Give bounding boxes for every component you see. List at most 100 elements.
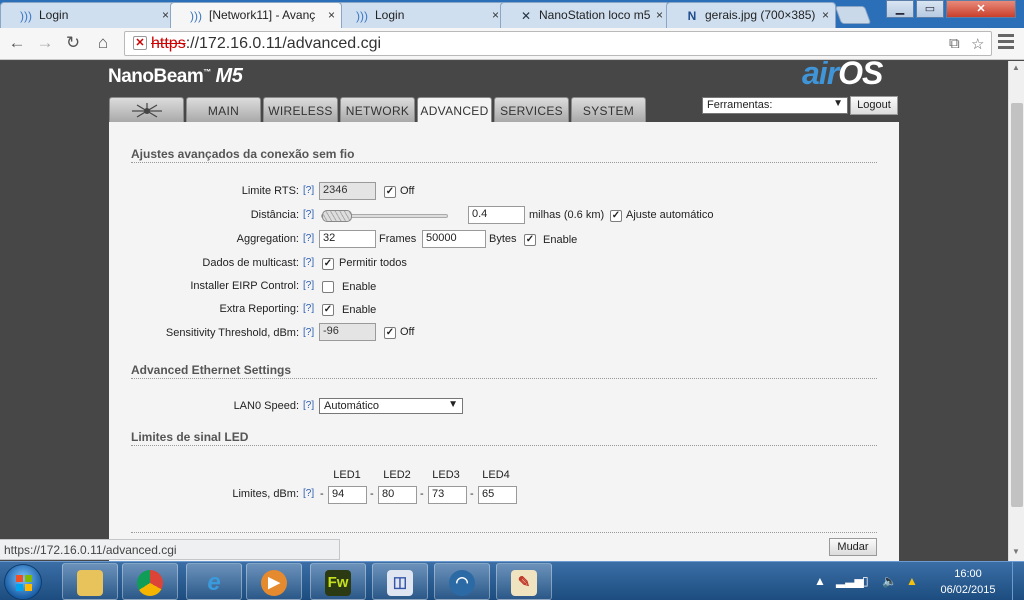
distance-input[interactable]: 0.4 [468,206,525,224]
clock-time: 16:00 [954,568,982,580]
close-icon[interactable]: × [328,8,335,22]
rts-label: Limite RTS: [241,185,299,197]
browser-tab[interactable]: ))) Login × [336,2,506,28]
tools-select[interactable]: Ferramentas: ▼ [702,97,848,114]
taskbar-internet-explorer[interactable]: e [186,563,242,600]
tab-system[interactable]: SYSTEM [571,97,646,122]
window-close-button[interactable]: ✕ [946,0,1016,18]
maximize-button[interactable]: ▭ [916,0,944,18]
sensitivity-off-checkbox[interactable]: ✓ [384,327,396,339]
menu-icon[interactable] [998,34,1014,50]
bytes-label: Bytes [489,233,517,245]
lan-speed-label: LAN0 Speed: [233,400,299,412]
taskbar-remote-desktop[interactable]: ◫ [372,563,428,600]
browser-tab-title: NanoStation loco m5 [539,8,651,22]
translate-icon[interactable]: ⧉ [949,35,960,52]
led2-input[interactable]: 80 [378,486,417,504]
multicast-checkbox[interactable]: ✓ [322,258,334,270]
close-icon[interactable]: × [822,8,829,22]
frames-label: Frames [379,233,417,245]
eirp-enable-label: Enable [342,281,377,293]
home-icon[interactable]: ⌂ [92,32,114,54]
help-link[interactable]: [?] [303,488,314,499]
auto-distance-checkbox[interactable]: ✓ [610,210,622,222]
show-desktop-button[interactable] [1012,562,1024,600]
auto-distance-label: Ajuste automático [626,209,714,221]
close-icon[interactable]: × [162,8,169,22]
start-button[interactable] [4,564,42,600]
tab-advanced[interactable]: ADVANCED [417,97,492,124]
help-link[interactable]: [?] [303,303,314,314]
extra-reporting-checkbox[interactable]: ✓ [322,304,334,316]
tab-network[interactable]: NETWORK [340,97,415,122]
rts-off-checkbox[interactable]: ✓ [384,186,396,198]
back-icon[interactable]: ← [6,32,28,54]
save-button[interactable]: Mudar [829,538,877,556]
browser-tab-title: Login [375,8,405,22]
section-title-led: Limites de sinal LED [131,430,249,444]
browser-tab[interactable]: ✕ NanoStation loco m5 × [500,2,670,28]
browser-tab-title: Login [39,8,69,22]
clock[interactable]: 16:00 06/02/2015 [936,566,1000,598]
url-text[interactable]: https://172.16.0.11/advanced.cgi [151,35,381,53]
rts-input[interactable]: 2346 [319,182,376,200]
led-separator: - [370,488,374,500]
aggregation-bytes-input[interactable]: 50000 [422,230,486,248]
aggregation-frames-input[interactable]: 32 [319,230,376,248]
volume-icon[interactable]: 🔈 [882,574,897,588]
windows-logo-icon [16,575,32,591]
page-content: NanoBeam™ M5 airOS MAIN WIRELESS NETWORK… [0,61,1008,561]
scrollbar-thumb[interactable] [1011,103,1023,507]
close-icon[interactable]: × [492,8,499,22]
aggregation-label: Aggregation: [236,233,299,245]
scroll-up-icon: ▲ [1012,63,1020,72]
led1-input[interactable]: 94 [328,486,367,504]
help-link[interactable]: [?] [303,327,314,338]
logout-button[interactable]: Logout [850,96,898,115]
lan-speed-select[interactable]: Automático ▼ [319,398,463,414]
sensitivity-off-label: Off [400,326,415,338]
help-link[interactable]: [?] [303,280,314,291]
taskbar-chrome[interactable] [122,563,178,600]
airos-logo: airOS [802,61,883,91]
distance-slider-handle[interactable] [322,210,352,222]
aggregation-enable-checkbox[interactable]: ✓ [524,234,536,246]
taskbar-media[interactable]: ▶ [246,563,302,600]
help-link[interactable]: [?] [303,257,314,268]
battery-icon[interactable]: ▯ [862,574,869,588]
help-link[interactable]: [?] [303,209,314,220]
eirp-checkbox[interactable] [322,281,334,293]
address-bar[interactable]: ✕ https://172.16.0.11/advanced.cgi ⧉ ☆ [124,31,992,56]
signal-icon: ))) [190,9,202,23]
browser-tab-active[interactable]: ))) [Network11] - Avanç × [170,2,342,28]
chrome-icon [137,570,163,596]
reload-icon[interactable]: ↻ [62,32,84,54]
browser-tab[interactable]: ))) Login × [0,2,176,28]
taskbar-explorer[interactable] [62,563,118,600]
led3-input[interactable]: 73 [428,486,467,504]
close-icon[interactable]: × [656,8,663,22]
sensitivity-input[interactable]: -96 [319,323,376,341]
tab-wireless[interactable]: WIRELESS [263,97,338,122]
tab-main[interactable]: MAIN [186,97,261,122]
new-tab-button[interactable] [834,6,872,24]
taskbar-fireworks[interactable]: Fw [310,563,366,600]
drive-icon[interactable]: ▲ [906,574,918,588]
signal-bars-icon[interactable]: ▂▃▅ [836,574,864,588]
page-scrollbar[interactable]: ▲ ▼ [1008,61,1024,561]
taskbar-paint[interactable]: ✎ [496,563,552,600]
tab-ubnt-logo[interactable] [109,97,184,122]
insecure-lock-icon[interactable]: ✕ [133,36,147,50]
help-link[interactable]: [?] [303,185,314,196]
browser-tab[interactable]: N gerais.jpg (700×385) × [666,2,836,28]
taskbar-network[interactable]: ◠ [434,563,490,600]
led-limits-label: Limites, dBm: [232,488,299,500]
minimize-button[interactable]: ▁ [886,0,914,18]
forward-icon[interactable]: → [34,32,56,54]
show-hidden-icons-icon[interactable]: ▲ [814,574,826,588]
help-link[interactable]: [?] [303,233,314,244]
help-link[interactable]: [?] [303,400,314,411]
led4-input[interactable]: 65 [478,486,517,504]
bookmark-star-icon[interactable]: ☆ [971,35,984,53]
tab-services[interactable]: SERVICES [494,97,569,122]
